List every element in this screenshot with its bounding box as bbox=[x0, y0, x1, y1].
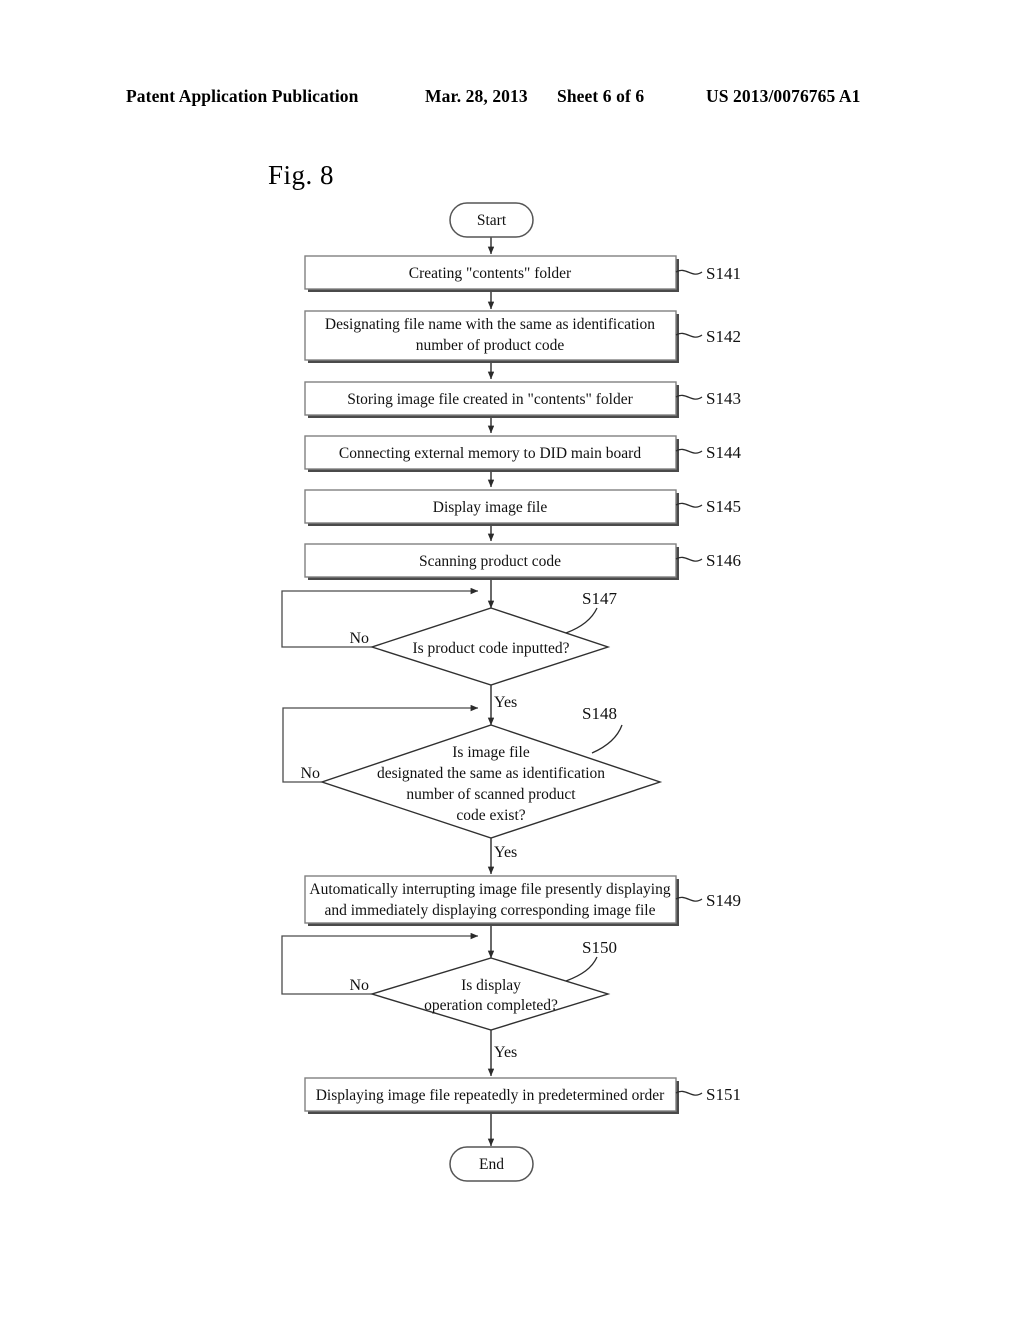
decision-s148-id: S148 bbox=[582, 704, 617, 723]
step-s142-line-1: number of product code bbox=[416, 337, 565, 354]
step-s149-line-1: and immediately displaying corresponding… bbox=[324, 902, 655, 919]
decision-s150-yes-label: Yes bbox=[494, 1044, 517, 1061]
step-s143-id: S143 bbox=[706, 389, 741, 408]
step-s146-id: S146 bbox=[706, 551, 741, 570]
decision-s148-line-2: number of scanned product bbox=[406, 786, 576, 803]
decision-s150-no-label: No bbox=[349, 977, 369, 994]
step-s143-line-0: Storing image file created in "contents"… bbox=[347, 391, 633, 408]
flowchart-diagram: Start Creating "contents" folder S141 De… bbox=[281, 202, 741, 1182]
step-s144-line-0: Connecting external memory to DID main b… bbox=[339, 445, 641, 462]
step-s141-line-0: Creating "contents" folder bbox=[409, 265, 572, 282]
step-s149-line-0: Automatically interrupting image file pr… bbox=[309, 881, 670, 898]
decision-s148-line-3: code exist? bbox=[456, 807, 525, 824]
step-s143: Storing image file created in "contents"… bbox=[304, 381, 741, 418]
step-s141: Creating "contents" folder S141 bbox=[304, 255, 741, 292]
decision-s148-line-0: Is image file bbox=[452, 744, 530, 761]
start-label: Start bbox=[477, 212, 507, 229]
decision-s150: Is display operation completed? S150 No … bbox=[349, 938, 617, 1061]
step-s149: Automatically interrupting image file pr… bbox=[304, 875, 741, 926]
step-s146-line-0: Scanning product code bbox=[419, 553, 561, 570]
start-terminator: Start bbox=[449, 202, 534, 238]
decision-s148: Is image file designated the same as ide… bbox=[300, 704, 663, 861]
step-s146: Scanning product code S146 bbox=[304, 543, 741, 580]
decision-s150-id: S150 bbox=[582, 938, 617, 957]
step-s141-id: S141 bbox=[706, 264, 741, 283]
step-s142-line-0: Designating file name with the same as i… bbox=[325, 316, 655, 333]
decision-s148-no-label: No bbox=[300, 765, 320, 782]
step-s151-line-0: Displaying image file repeatedly in pred… bbox=[316, 1087, 665, 1104]
step-s145-id: S145 bbox=[706, 497, 741, 516]
end-label: End bbox=[479, 1156, 504, 1173]
step-s149-id: S149 bbox=[706, 891, 741, 910]
decision-s147-yes-label: Yes bbox=[494, 694, 517, 711]
decision-s148-yes-label: Yes bbox=[494, 844, 517, 861]
step-s145: Display image file S145 bbox=[304, 489, 741, 526]
decision-s150-line-1: operation completed? bbox=[424, 997, 558, 1014]
patent-page: Patent Application Publication Mar. 28, … bbox=[0, 0, 1024, 1320]
decision-s147-id: S147 bbox=[582, 589, 617, 608]
decision-s147-no-label: No bbox=[349, 630, 369, 647]
decision-s150-line-0: Is display bbox=[461, 977, 521, 994]
decision-s147: Is product code inputted? S147 No Yes bbox=[349, 589, 617, 711]
decision-s148-line-1: designated the same as identification bbox=[377, 765, 605, 782]
step-s144-id: S144 bbox=[706, 443, 741, 462]
step-s151-id: S151 bbox=[706, 1085, 741, 1104]
step-s145-line-0: Display image file bbox=[433, 499, 548, 516]
step-s142: Designating file name with the same as i… bbox=[304, 310, 741, 363]
step-s142-id: S142 bbox=[706, 327, 741, 346]
end-terminator: End bbox=[449, 1146, 534, 1182]
step-s144: Connecting external memory to DID main b… bbox=[304, 435, 741, 472]
decision-s147-line-0: Is product code inputted? bbox=[412, 640, 569, 657]
step-s151: Displaying image file repeatedly in pred… bbox=[304, 1077, 741, 1114]
